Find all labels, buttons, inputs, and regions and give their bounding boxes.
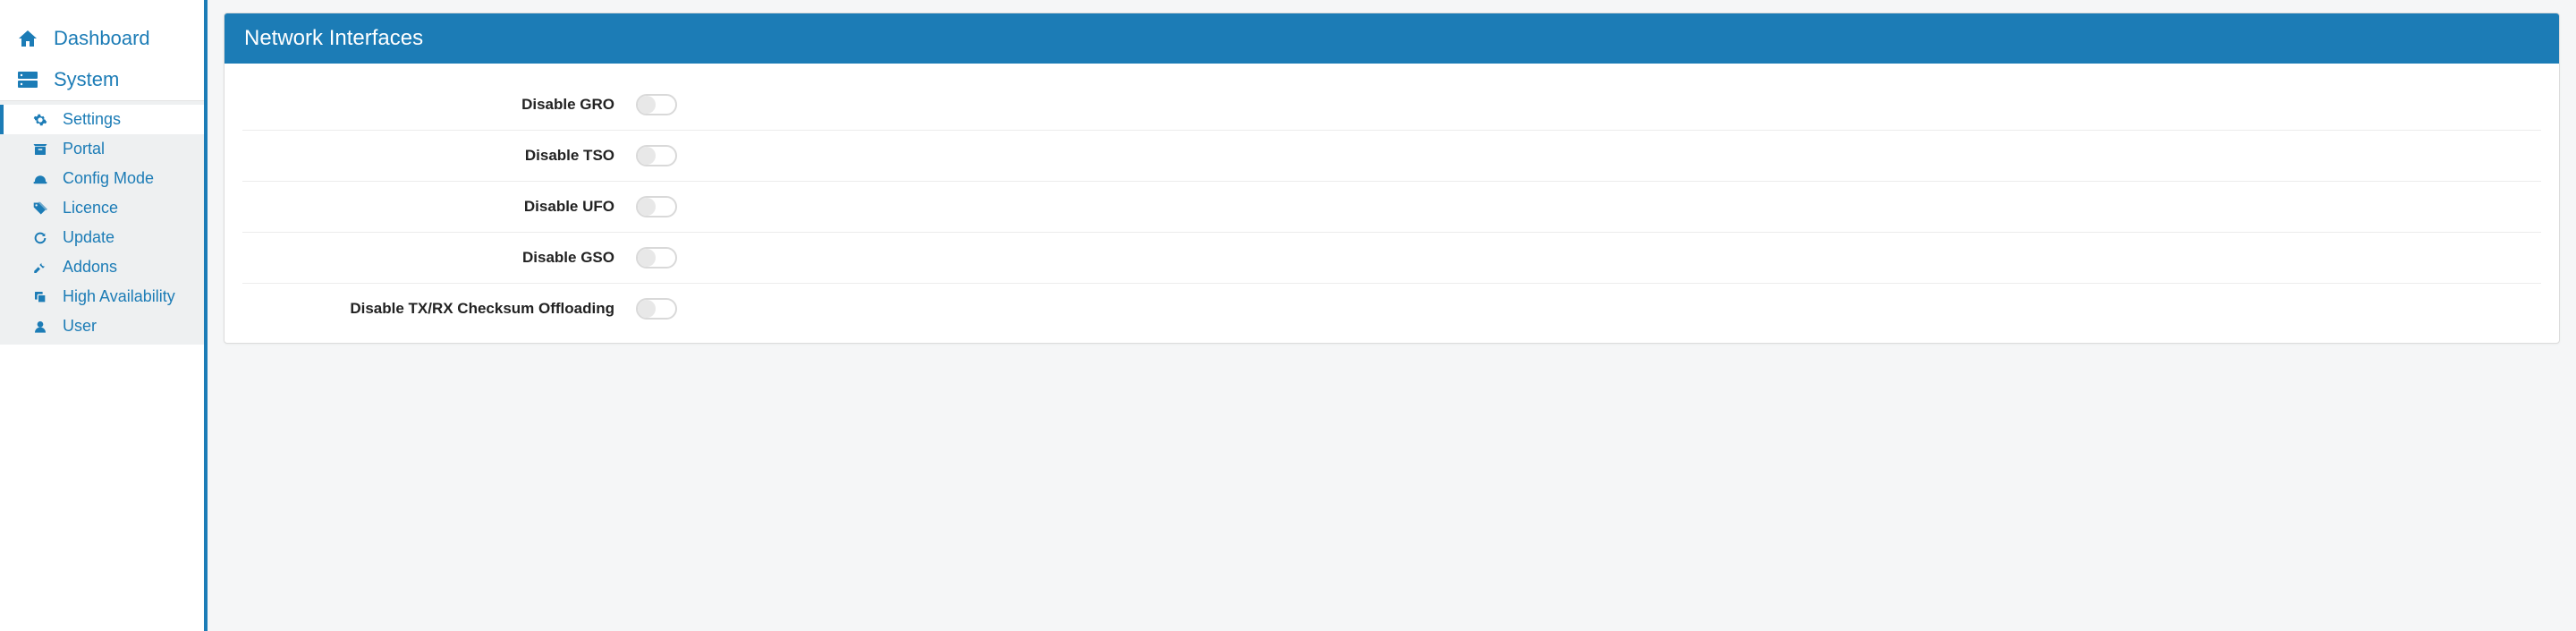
- sidebar-subitem-label: Licence: [63, 199, 118, 217]
- hardhat-icon: [30, 173, 50, 185]
- panel-title: Network Interfaces: [225, 13, 2559, 64]
- main-content: Network Interfaces Disable GRO Disable T…: [208, 0, 2576, 631]
- home-icon: [16, 29, 39, 48]
- sidebar-subitem-addons[interactable]: Addons: [0, 252, 204, 282]
- archive-icon: [30, 142, 50, 157]
- toggle-disable-gro[interactable]: [636, 94, 677, 115]
- sidebar-item-system[interactable]: System: [0, 59, 204, 100]
- gear-icon: [30, 113, 50, 127]
- sidebar-subitem-config-mode[interactable]: Config Mode: [0, 164, 204, 193]
- server-icon: [16, 71, 39, 89]
- sidebar-item-label: Dashboard: [54, 27, 150, 50]
- row-label: Disable TSO: [242, 147, 636, 165]
- copy-icon: [30, 290, 50, 304]
- user-icon: [30, 320, 50, 334]
- sidebar-subitem-label: Addons: [63, 258, 117, 277]
- sidebar-subitem-user[interactable]: User: [0, 311, 204, 341]
- row-disable-tso: Disable TSO: [242, 131, 2541, 182]
- toggle-disable-txrx-checksum[interactable]: [636, 298, 677, 320]
- toggle-disable-gso[interactable]: [636, 247, 677, 269]
- sidebar-subitem-label: Config Mode: [63, 169, 154, 188]
- sidebar-subitem-portal[interactable]: Portal: [0, 134, 204, 164]
- sidebar-subitem-label: High Availability: [63, 287, 175, 306]
- row-label: Disable GSO: [242, 249, 636, 267]
- refresh-icon: [30, 231, 50, 245]
- sidebar-subitem-update[interactable]: Update: [0, 223, 204, 252]
- row-label: Disable GRO: [242, 96, 636, 114]
- sidebar-subitem-label: Portal: [63, 140, 105, 158]
- toggle-disable-tso[interactable]: [636, 145, 677, 166]
- sidebar: Dashboard System Settings Portal: [0, 0, 208, 631]
- sidebar-subitem-licence[interactable]: Licence: [0, 193, 204, 223]
- row-disable-gro: Disable GRO: [242, 80, 2541, 131]
- sidebar-item-dashboard[interactable]: Dashboard: [0, 18, 204, 59]
- panel-network-interfaces: Network Interfaces Disable GRO Disable T…: [224, 13, 2560, 344]
- row-disable-ufo: Disable UFO: [242, 182, 2541, 233]
- row-label: Disable TX/RX Checksum Offloading: [242, 300, 636, 318]
- panel-body: Disable GRO Disable TSO Disable UFO: [225, 64, 2559, 343]
- row-disable-txrx-checksum: Disable TX/RX Checksum Offloading: [242, 284, 2541, 334]
- sidebar-subitem-label: User: [63, 317, 97, 336]
- tag-icon: [30, 201, 50, 216]
- sidebar-top: Dashboard System: [0, 18, 204, 100]
- tools-icon: [30, 260, 50, 275]
- sidebar-item-label: System: [54, 68, 119, 91]
- sidebar-subitem-high-availability[interactable]: High Availability: [0, 282, 204, 311]
- row-label: Disable UFO: [242, 198, 636, 216]
- sidebar-subitem-label: Settings: [63, 110, 121, 129]
- sidebar-submenu: Settings Portal Config Mode Licence: [0, 100, 204, 345]
- row-disable-gso: Disable GSO: [242, 233, 2541, 284]
- sidebar-subitem-label: Update: [63, 228, 114, 247]
- toggle-disable-ufo[interactable]: [636, 196, 677, 217]
- sidebar-subitem-settings[interactable]: Settings: [0, 105, 204, 134]
